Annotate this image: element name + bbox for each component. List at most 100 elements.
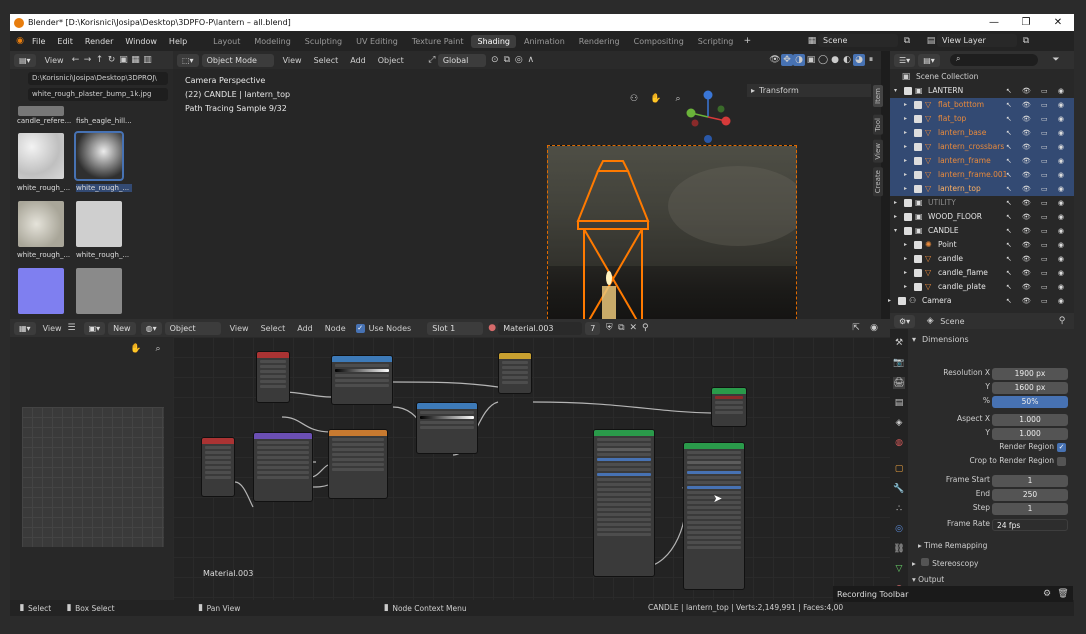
expand-icon[interactable]: ▸ xyxy=(904,252,907,266)
frame-rate-row[interactable]: Frame Rate 24 fps xyxy=(910,519,1074,531)
tab-modeling[interactable]: Modeling xyxy=(248,35,296,48)
expand-icon[interactable]: ▸ xyxy=(888,294,891,308)
node-texture-coordinate[interactable] xyxy=(256,351,290,403)
expand-icon[interactable]: ▸ xyxy=(894,196,897,210)
tab-rendering[interactable]: Rendering xyxy=(573,35,626,48)
visibility-toggle-icons[interactable]: ↖ 👁 ▭ ◉ xyxy=(1006,252,1068,266)
pause-icon[interactable]: ⏸ xyxy=(865,54,877,66)
property-value-field[interactable]: 1.000 xyxy=(992,414,1068,426)
outliner-row[interactable]: ▸ ✺ Point ↖ 👁 ▭ ◉ xyxy=(890,238,1074,252)
frame-value-field[interactable]: 250 xyxy=(992,489,1068,501)
camera-view-icon[interactable]: ⚇ xyxy=(628,93,640,105)
filter-icon[interactable]: ⏷ xyxy=(1050,54,1062,66)
expand-icon[interactable]: ▸ xyxy=(894,210,897,224)
node-color-ramp-2[interactable] xyxy=(416,402,478,454)
viewport-menu-object[interactable]: Object xyxy=(378,56,404,65)
thumbnail-plaster-3[interactable] xyxy=(18,201,64,247)
particles-tab-icon[interactable]: ∴ xyxy=(893,503,905,515)
parent-dir-icon[interactable]: ↑ xyxy=(94,54,106,66)
visibility-icon[interactable]: 👁 xyxy=(769,54,781,66)
visibility-toggle-icons[interactable]: ↖ 👁 ▭ ◉ xyxy=(1006,112,1068,126)
display-mode-icon[interactable]: ▦ xyxy=(130,54,142,66)
tab-compositing[interactable]: Compositing xyxy=(628,35,690,48)
back-icon[interactable]: ← xyxy=(70,54,82,66)
visibility-toggle-icons[interactable]: ↖ 👁 ▭ ◉ xyxy=(1006,140,1068,154)
menu-file[interactable]: File xyxy=(32,37,45,46)
exclude-checkbox[interactable] xyxy=(898,297,906,305)
blender-menu-icon[interactable]: ◉ xyxy=(14,35,26,47)
property-value-field[interactable]: 1.000 xyxy=(992,428,1068,440)
scene-tab-icon[interactable]: ◈ xyxy=(893,417,905,429)
visibility-toggle-icons[interactable]: ↖ 👁 ▭ ◉ xyxy=(1006,266,1068,280)
outliner-row[interactable]: ▸ ▽ lantern_base ↖ 👁 ▭ ◉ xyxy=(890,126,1074,140)
thumbnail-candle-reference[interactable] xyxy=(18,106,64,116)
exclude-checkbox[interactable] xyxy=(904,199,912,207)
menu-window[interactable]: Window xyxy=(125,37,157,46)
outliner-row[interactable]: ▸ ▽ flat_top ↖ 👁 ▭ ◉ xyxy=(890,112,1074,126)
outliner-row[interactable]: ▸ ▽ lantern_crossbars ↖ 👁 ▭ ◉ xyxy=(890,140,1074,154)
expand-icon[interactable]: ▸ xyxy=(904,154,907,168)
output-panel[interactable]: ▾ Output xyxy=(912,575,944,584)
view-layer-tab-icon[interactable]: ▤ xyxy=(893,397,905,409)
recording-toolbar[interactable]: Recording Toolbar ⚙ 🗑 xyxy=(833,586,1073,602)
display-mode-icon[interactable]: ▤▾ xyxy=(918,53,940,67)
tab-texture-paint[interactable]: Texture Paint xyxy=(406,35,470,48)
node-material-output[interactable] xyxy=(711,387,747,427)
frame-value-field[interactable]: 1 xyxy=(992,475,1068,487)
tab-animation[interactable]: Animation xyxy=(518,35,571,48)
orientation-selector[interactable]: Global xyxy=(437,53,486,67)
mode-selector[interactable]: Object Mode xyxy=(201,53,274,67)
visibility-toggle-icons[interactable]: ↖ 👁 ▭ ◉ xyxy=(1006,84,1068,98)
editor-type-icon[interactable]: ⬚▾ xyxy=(177,53,199,67)
expand-icon[interactable]: ▸ xyxy=(904,168,907,182)
new-image-button[interactable]: New xyxy=(108,321,136,335)
filename-field[interactable]: white_rough_plaster_bump_1k.jpg xyxy=(28,88,168,101)
pin-icon[interactable]: ⚲ xyxy=(1056,315,1068,327)
image-canvas[interactable] xyxy=(22,407,164,547)
xray-icon[interactable]: ▣ xyxy=(805,54,817,66)
visibility-toggle-icons[interactable]: ↖ 👁 ▭ ◉ xyxy=(1006,168,1068,182)
expand-icon[interactable]: ▾ xyxy=(894,84,897,98)
maximize-icon[interactable]: ❐ xyxy=(1010,14,1042,31)
new-view-layer-icon[interactable]: ⧉ xyxy=(1020,35,1032,47)
frame-rate-dropdown[interactable]: 24 fps xyxy=(992,519,1068,531)
data-tab-icon[interactable]: ▽ xyxy=(893,563,905,575)
node-image-texture[interactable] xyxy=(328,429,388,499)
world-tab-icon[interactable]: ◍ xyxy=(893,437,905,449)
render-region-checkbox[interactable]: ✓ xyxy=(1057,443,1066,452)
exclude-checkbox[interactable] xyxy=(914,269,922,277)
expand-icon[interactable]: ▸ xyxy=(904,112,907,126)
snap-node-icon[interactable]: ◉ xyxy=(868,322,880,334)
exclude-checkbox[interactable] xyxy=(914,171,922,179)
node-menu-view[interactable]: View xyxy=(230,324,249,333)
pivot-icon[interactable]: ⊙ xyxy=(489,54,501,66)
modifier-tab-icon[interactable]: 🔧 xyxy=(893,483,905,495)
expand-icon[interactable]: ▸ xyxy=(904,238,907,252)
viewport-menu-select[interactable]: Select xyxy=(314,56,339,65)
node-menu-add[interactable]: Add xyxy=(297,324,313,333)
navigation-gizmo[interactable] xyxy=(683,87,733,147)
property-value-field[interactable]: 1900 px xyxy=(992,368,1068,380)
expand-icon[interactable]: ▸ xyxy=(904,126,907,140)
exclude-checkbox[interactable] xyxy=(914,129,922,137)
thumbnail-plaster-2[interactable] xyxy=(74,131,124,181)
minimize-icon[interactable]: — xyxy=(978,14,1010,31)
tab-uv-editing[interactable]: UV Editing xyxy=(350,35,404,48)
new-scene-icon[interactable]: ⧉ xyxy=(901,35,913,47)
render-region-row[interactable]: Render Region ✓ xyxy=(910,442,1074,454)
outliner-row[interactable]: ▸ ▽ flat_botttom ↖ 👁 ▭ ◉ xyxy=(890,98,1074,112)
sidebar-tab-tool[interactable]: Tool xyxy=(873,115,883,135)
sidebar-tab-view[interactable]: View xyxy=(873,140,883,163)
tool-tab-icon[interactable]: ⚒ xyxy=(893,337,905,349)
expand-icon[interactable]: ▸ xyxy=(904,182,907,196)
node-color-ramp-1[interactable] xyxy=(331,355,393,405)
filter-icon[interactable]: ▥ xyxy=(142,54,154,66)
image-browse-icon[interactable]: ▣▾ xyxy=(83,321,106,335)
path-field[interactable]: D:\Korisnici\Josipa\Desktop\3DPROJ\ xyxy=(28,72,168,85)
outliner-row[interactable]: ▸ ▣ UTILITY ↖ 👁 ▭ ◉ xyxy=(890,196,1074,210)
editor-type-icon[interactable]: ⚙▾ xyxy=(894,314,916,328)
exclude-checkbox[interactable] xyxy=(914,185,922,193)
outliner-row[interactable]: ▾ ▣ CANDLE ↖ 👁 ▭ ◉ xyxy=(890,224,1074,238)
menu-help[interactable]: Help xyxy=(169,37,187,46)
exclude-checkbox[interactable] xyxy=(914,143,922,151)
